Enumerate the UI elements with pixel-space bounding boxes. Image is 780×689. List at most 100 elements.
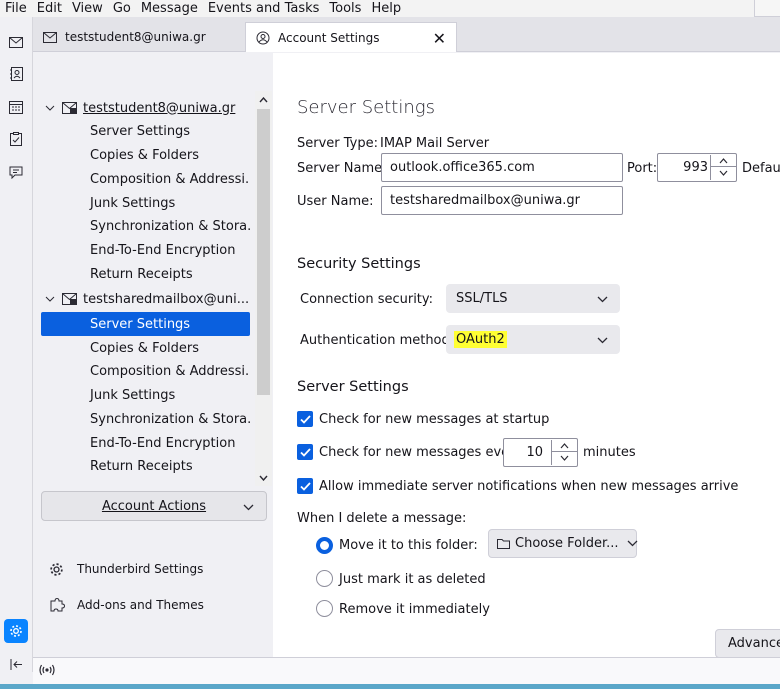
collapse-icon[interactable] <box>4 652 28 676</box>
radio-remove-immediately[interactable] <box>316 600 333 617</box>
security-settings-heading: Security Settings <box>297 256 421 272</box>
connection-security-label: Connection security: <box>300 292 434 307</box>
check-every-checkbox[interactable] <box>297 444 313 460</box>
stepper-down-icon[interactable] <box>552 452 577 464</box>
server-type-label: Server Type: <box>297 136 379 151</box>
menu-view[interactable]: View <box>67 1 108 16</box>
remove-immediately-label: Remove it immediately <box>339 602 490 617</box>
menu-go[interactable]: Go <box>108 1 136 16</box>
menu-message[interactable]: Message <box>136 1 203 16</box>
scrollbar-thumb[interactable] <box>257 109 270 395</box>
scroll-down-icon[interactable] <box>255 469 272 486</box>
check-interval-input[interactable]: 10 <box>503 438 578 467</box>
addons-themes-link[interactable]: Add-ons and Themes <box>49 594 204 616</box>
address-book-icon[interactable] <box>4 62 28 86</box>
port-input[interactable]: 993 <box>657 153 737 182</box>
port-label: Port: <box>627 161 658 176</box>
calendar-icon[interactable] <box>4 95 28 119</box>
check-interval-value: 10 <box>526 445 543 460</box>
allow-notifications-checkbox[interactable] <box>297 478 313 494</box>
chevron-down-icon <box>627 540 638 547</box>
tree-item-return-receipts[interactable]: Return Receipts <box>41 454 250 478</box>
choose-folder-label: Choose Folder... <box>515 536 619 551</box>
stepper-up-icon[interactable] <box>711 155 736 167</box>
connection-security-value: SSL/TLS <box>456 291 508 306</box>
choose-folder-button[interactable]: Choose Folder... <box>488 529 637 558</box>
tree-item-synchronization[interactable]: Synchronization & Stora... <box>41 407 250 431</box>
radio-mark-deleted[interactable] <box>316 570 333 587</box>
thunderbird-settings-label: Thunderbird Settings <box>77 562 204 576</box>
menu-help[interactable]: Help <box>366 1 406 16</box>
delete-message-label: When I delete a message: <box>297 511 467 526</box>
check-startup-checkbox[interactable] <box>297 411 313 427</box>
chat-icon[interactable] <box>4 160 28 184</box>
tree-item-junk-settings[interactable]: Junk Settings <box>41 383 250 407</box>
tab-account-settings[interactable]: Account Settings ✕ <box>245 22 457 52</box>
tree-item-e2e-encryption[interactable]: End-To-End Encryption <box>41 238 250 262</box>
menu-tools[interactable]: Tools <box>324 1 366 16</box>
chevron-down-icon <box>597 333 608 348</box>
server-name-label: Server Name: <box>297 161 387 176</box>
move-to-folder-label: Move it to this folder: <box>339 538 478 553</box>
folder-icon <box>497 538 510 549</box>
settings-icon[interactable] <box>4 619 28 643</box>
tree-item-copies-folders[interactable]: Copies & Folders <box>41 336 250 360</box>
gear-icon <box>49 562 69 577</box>
menu-edit[interactable]: Edit <box>32 1 67 16</box>
tree-item-composition[interactable]: Composition & Addressi... <box>41 359 250 383</box>
server-type-value: IMAP Mail Server <box>380 136 490 151</box>
account-row-testsharedmailbox[interactable]: testsharedmailbox@uni... <box>41 288 249 310</box>
stepper-up-icon[interactable] <box>552 440 577 452</box>
auth-method-select[interactable]: OAuth2 <box>446 325 620 354</box>
auth-method-label: Authentication method: <box>300 333 455 348</box>
account-tree-sidebar: teststudent8@uniwa.gr Server Settings Co… <box>33 53 273 657</box>
menu-events-and-tasks[interactable]: Events and Tasks <box>203 1 325 16</box>
tasks-icon[interactable] <box>4 127 28 151</box>
tree-item-junk-settings[interactable]: Junk Settings <box>41 191 250 215</box>
account-name: testsharedmailbox@uni... <box>83 291 250 307</box>
chevron-down-icon <box>243 500 254 515</box>
advanced-button[interactable]: Advanced... <box>715 629 780 657</box>
chevron-down-icon[interactable] <box>41 296 59 302</box>
online-status-icon[interactable] <box>39 663 55 681</box>
server-name-input[interactable]: outlook.office365.com <box>381 153 623 182</box>
window-bottom-edge <box>0 684 780 689</box>
server-settings-heading: Server Settings <box>297 379 409 395</box>
tab-label: Account Settings <box>278 30 380 45</box>
tree-item-composition[interactable]: Composition & Addressi... <box>41 167 250 191</box>
minutes-label: minutes <box>583 445 636 460</box>
tree-item-copies-folders[interactable]: Copies & Folders <box>41 143 250 167</box>
window-control-button[interactable] <box>754 0 780 17</box>
connection-security-select[interactable]: SSL/TLS <box>446 284 620 313</box>
account-actions-button[interactable]: Account Actions <box>41 491 267 521</box>
close-icon[interactable]: ✕ <box>433 29 446 48</box>
status-bar <box>33 657 780 684</box>
page-title: Server Settings <box>297 97 435 118</box>
stepper-down-icon[interactable] <box>711 167 736 179</box>
tree-item-e2e-encryption[interactable]: End-To-End Encryption <box>41 431 250 455</box>
auth-method-value: OAuth2 <box>454 331 507 348</box>
scroll-up-icon[interactable] <box>255 91 272 108</box>
tree-item-synchronization[interactable]: Synchronization & Stora... <box>41 214 250 238</box>
interval-stepper[interactable] <box>551 440 577 465</box>
account-row-teststudent8[interactable]: teststudent8@uniwa.gr <box>41 97 235 119</box>
tree-item-server-settings-selected[interactable]: Server Settings <box>41 312 250 336</box>
radio-move-to-folder[interactable] <box>316 537 333 554</box>
addons-themes-label: Add-ons and Themes <box>77 598 204 612</box>
mail-icon[interactable] <box>4 30 28 54</box>
menu-file[interactable]: File <box>0 1 32 16</box>
port-stepper[interactable] <box>710 155 736 180</box>
tree-item-server-settings[interactable]: Server Settings <box>41 119 250 143</box>
mail-account-icon <box>62 293 77 305</box>
chevron-down-icon[interactable] <box>41 105 59 111</box>
chevron-down-icon <box>597 292 608 307</box>
allow-notifications-label: Allow immediate server notifications whe… <box>319 479 739 494</box>
user-name-input[interactable]: testsharedmailbox@uniwa.gr <box>381 186 623 215</box>
tree-scrollbar[interactable] <box>255 91 272 486</box>
tree-item-return-receipts[interactable]: Return Receipts <box>41 262 250 286</box>
check-every-label: Check for new messages every <box>319 445 523 460</box>
mail-account-icon <box>62 102 77 114</box>
tab-mail[interactable]: teststudent8@uniwa.gr <box>33 22 245 52</box>
account-name: teststudent8@uniwa.gr <box>83 100 236 116</box>
thunderbird-settings-link[interactable]: Thunderbird Settings <box>49 558 203 580</box>
